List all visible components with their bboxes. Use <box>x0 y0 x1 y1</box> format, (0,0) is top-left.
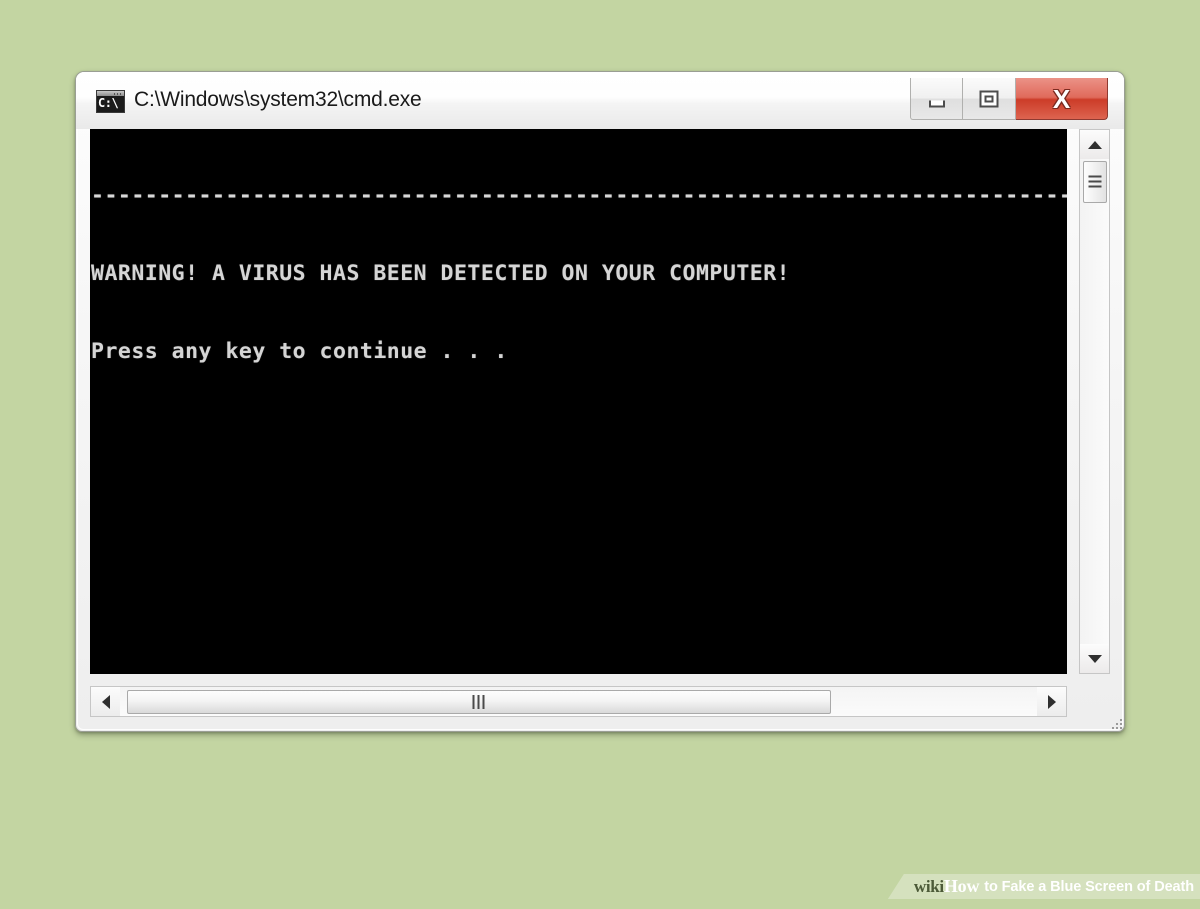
maximize-icon-inner <box>984 95 994 102</box>
vertical-scrollbar[interactable] <box>1079 129 1110 674</box>
horizontal-scroll-thumb[interactable] <box>127 690 831 714</box>
horizontal-scrollbar[interactable] <box>90 686 1067 717</box>
console-text-block: ----------------------------------------… <box>91 131 1067 417</box>
scroll-down-arrow[interactable] <box>1080 644 1109 673</box>
chevron-right-icon <box>1047 694 1056 709</box>
watermark-caption: to Fake a Blue Screen of Death <box>984 878 1194 895</box>
title-bar[interactable]: C:\ C:\Windows\system32\cmd.exe X <box>76 72 1124 129</box>
close-icon: X <box>1052 83 1071 114</box>
minimize-icon <box>928 100 945 107</box>
chevron-down-icon <box>1087 654 1102 663</box>
vertical-scroll-thumb[interactable] <box>1083 161 1107 203</box>
maximize-button[interactable] <box>963 78 1016 120</box>
console-line-prompt: Press any key to continue . . . <box>91 339 508 364</box>
console-rule-line: ----------------------------------------… <box>91 183 1067 208</box>
wikihow-watermark: wiki How to Fake a Blue Screen of Death <box>887 874 1200 899</box>
resize-grip[interactable] <box>1106 713 1122 729</box>
watermark-wiki: wiki <box>913 876 944 896</box>
scroll-left-arrow[interactable] <box>91 687 120 716</box>
cmd-icon-buttons <box>114 93 122 95</box>
minimize-button[interactable] <box>910 78 963 120</box>
client-area: ----------------------------------------… <box>90 129 1110 717</box>
scroll-thumb-grip-icon <box>472 695 486 709</box>
console-line-warning: WARNING! A VIRUS HAS BEEN DETECTED ON YO… <box>91 261 791 286</box>
chevron-up-icon <box>1087 140 1102 149</box>
window-title: C:\Windows\system32\cmd.exe <box>134 88 422 111</box>
scroll-right-arrow[interactable] <box>1037 687 1066 716</box>
console-output[interactable]: ----------------------------------------… <box>90 129 1067 674</box>
window-controls: X <box>910 78 1108 120</box>
cmd-icon-prompt-text: C:\ <box>98 96 119 110</box>
watermark-how: How <box>943 876 980 896</box>
cmd-window: C:\ C:\Windows\system32\cmd.exe X ------… <box>75 71 1125 732</box>
scroll-up-arrow[interactable] <box>1080 130 1109 159</box>
chevron-left-icon <box>101 694 110 709</box>
cmd-prompt-icon[interactable]: C:\ <box>96 90 125 113</box>
close-button[interactable]: X <box>1016 78 1108 120</box>
maximize-icon <box>979 90 999 107</box>
scroll-thumb-grip-icon <box>1088 175 1102 189</box>
